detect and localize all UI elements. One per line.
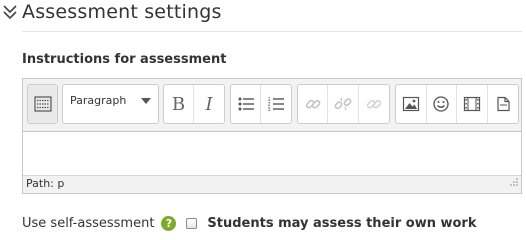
insert-image-button[interactable] bbox=[396, 85, 427, 123]
block-format-select[interactable]: Paragraph bbox=[62, 84, 159, 124]
self-assessment-checkbox-label[interactable]: Students may assess their own work bbox=[207, 216, 476, 231]
editor-statusbar: Path: p bbox=[23, 175, 521, 193]
self-assessment-checkbox[interactable] bbox=[186, 217, 198, 229]
svg-text:3: 3 bbox=[268, 107, 271, 112]
editor-toolbar: Paragraph B I 1 2 3 bbox=[23, 79, 521, 132]
help-icon[interactable]: ? bbox=[161, 215, 177, 231]
toolbar-toggle-icon bbox=[33, 96, 52, 112]
link-button[interactable] bbox=[298, 85, 329, 123]
bold-icon: B bbox=[171, 93, 186, 115]
editor-content-area[interactable] bbox=[23, 132, 521, 177]
toolbar-toggle-button[interactable] bbox=[28, 85, 57, 123]
image-icon bbox=[402, 96, 419, 112]
toolbar-group-toggle bbox=[27, 84, 58, 124]
ordered-list-icon: 1 2 3 bbox=[268, 97, 284, 112]
emoticon-button[interactable] bbox=[427, 85, 457, 123]
chevron-double-down-icon[interactable] bbox=[2, 3, 18, 21]
italic-icon: I bbox=[205, 93, 213, 115]
unlink-icon bbox=[334, 97, 352, 111]
section-divider bbox=[22, 31, 522, 32]
toolbar-group-text-style: B I bbox=[163, 84, 225, 124]
bullet-list-button[interactable] bbox=[231, 85, 262, 123]
media-icon bbox=[463, 96, 480, 112]
bold-button[interactable]: B bbox=[164, 85, 195, 123]
section-title[interactable]: Assessment settings bbox=[22, 1, 222, 23]
resize-handle-icon[interactable] bbox=[509, 172, 519, 191]
emoticon-icon bbox=[433, 96, 449, 112]
chevron-down-icon bbox=[141, 98, 151, 104]
instructions-label: Instructions for assessment bbox=[22, 52, 227, 67]
element-path: Path: p bbox=[26, 177, 65, 190]
toolbar-group-lists: 1 2 3 bbox=[230, 84, 292, 124]
self-assessment-row: Use self-assessment ? Students may asses… bbox=[22, 213, 477, 233]
manage-files-button[interactable] bbox=[488, 85, 518, 123]
unlink-button[interactable] bbox=[328, 85, 359, 123]
anchor-button[interactable] bbox=[359, 85, 389, 123]
toolbar-group-links bbox=[297, 84, 390, 124]
manage-files-icon bbox=[497, 96, 510, 112]
unordered-list-icon bbox=[238, 97, 254, 111]
anchor-link-icon bbox=[366, 99, 382, 109]
numbered-list-button[interactable]: 1 2 3 bbox=[261, 85, 291, 123]
section-header[interactable]: Assessment settings bbox=[0, 0, 526, 32]
toolbar-group-media bbox=[395, 84, 519, 124]
rich-text-editor: Paragraph B I 1 2 3 Path: p bbox=[22, 78, 522, 194]
self-assessment-label: Use self-assessment bbox=[22, 215, 155, 231]
block-format-value: Paragraph bbox=[70, 94, 127, 107]
italic-button[interactable]: I bbox=[194, 85, 224, 123]
link-icon bbox=[305, 99, 321, 109]
insert-media-button[interactable] bbox=[457, 85, 488, 123]
